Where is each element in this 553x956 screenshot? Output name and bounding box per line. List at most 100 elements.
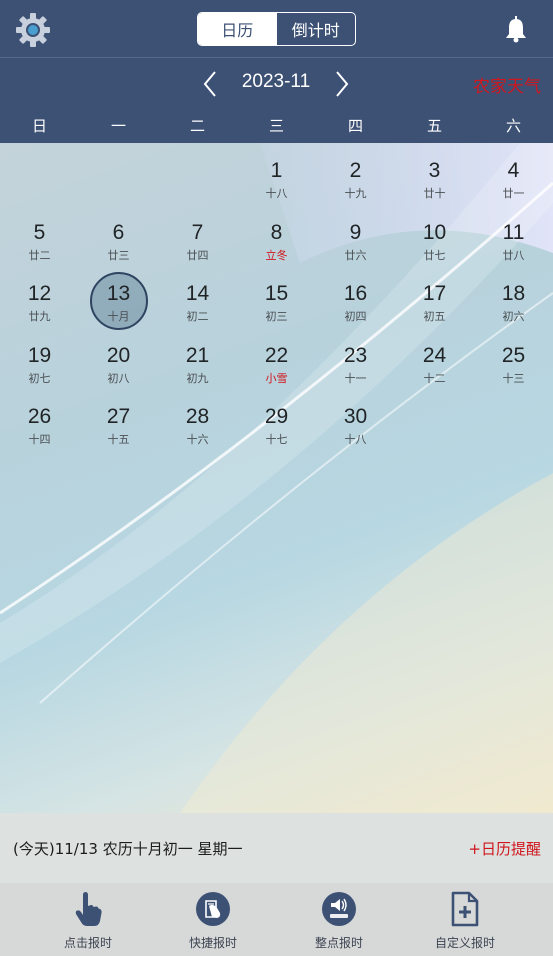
- day-number: 7: [191, 220, 204, 244]
- day-number: 14: [185, 282, 210, 305]
- day-cell[interactable]: 3 廿十: [395, 143, 474, 203]
- tap-announce-button[interactable]: 点击报时: [38, 891, 138, 951]
- day-number: 6: [112, 220, 125, 244]
- lunar-date: 十一: [344, 371, 367, 385]
- day-cell[interactable]: 26 十四: [0, 389, 79, 449]
- current-month: 2023-11: [241, 71, 311, 92]
- today-summary: (今天)11/13 农历十月初一 星期一: [13, 840, 243, 858]
- lunar-date: 廿九: [28, 310, 51, 323]
- weather-link[interactable]: 农家天气: [473, 72, 541, 97]
- day-cell[interactable]: 8 立冬: [237, 205, 316, 265]
- day-cell[interactable]: 27 十五: [79, 389, 158, 449]
- day-cell[interactable]: 21 初九: [158, 328, 237, 388]
- day-cell[interactable]: 28 十六: [158, 389, 237, 449]
- lunar-date: 初四: [344, 310, 367, 323]
- bottom-toolbar: 点击报时 快捷报时 整点报时 自定义报时: [0, 883, 553, 956]
- day-cell[interactable]: 29 十七: [237, 389, 316, 449]
- day-cell[interactable]: 2 十九: [316, 143, 395, 203]
- day-cell[interactable]: 25 十三: [474, 328, 553, 388]
- tool-label: 自定义报时: [434, 936, 495, 950]
- chevron-right-icon[interactable]: [330, 70, 354, 98]
- lunar-date: 初九: [186, 371, 209, 385]
- quick-announce-button[interactable]: 快捷报时: [163, 891, 263, 951]
- custom-document-icon: [451, 891, 479, 927]
- tap-hand-icon: [75, 892, 102, 926]
- day-cell[interactable]: 1 十八: [237, 143, 316, 203]
- day-cell[interactable]: 6 廿三: [79, 205, 158, 265]
- day-cell[interactable]: 9 廿六: [316, 205, 395, 265]
- tab-countdown[interactable]: 倒计时: [277, 13, 356, 45]
- day-cell[interactable]: 4 廿一: [474, 143, 553, 203]
- lunar-date: 初二: [186, 310, 209, 323]
- day-cell[interactable]: 14 初二: [158, 266, 237, 326]
- hourly-chime-button[interactable]: 整点报时: [289, 891, 389, 951]
- day-number: 4: [507, 159, 520, 182]
- lunar-date: 廿八: [502, 248, 525, 262]
- day-number: 27: [106, 405, 131, 428]
- lunar-date: 初七: [28, 371, 51, 385]
- lunar-date: 初八: [107, 371, 130, 385]
- lunar-date: 廿六: [344, 248, 367, 262]
- day-cell[interactable]: 22 小雪: [237, 328, 316, 388]
- weekday-label: 五: [426, 117, 442, 135]
- day-cell[interactable]: 11 廿八: [474, 205, 553, 265]
- lunar-date: 十七: [265, 433, 288, 446]
- day-number: 19: [27, 343, 52, 367]
- day-number: 13: [106, 282, 131, 305]
- day-number: 29: [264, 405, 289, 428]
- day-cell[interactable]: 18 初六: [474, 266, 553, 326]
- day-cell[interactable]: 30 十八: [316, 389, 395, 449]
- day-number: 5: [33, 220, 46, 244]
- lunar-date: 十三: [502, 371, 525, 385]
- day-number: 8: [270, 220, 283, 244]
- info-bar: (今天)11/13 农历十月初一 星期一 +日历提醒: [0, 813, 553, 883]
- lunar-date: 十六: [186, 433, 209, 446]
- day-number: 11: [502, 220, 525, 244]
- day-number: 25: [501, 343, 526, 367]
- day-cell[interactable]: 10 廿七: [395, 205, 474, 265]
- tab-calendar[interactable]: 日历: [198, 13, 277, 45]
- chevron-left-icon[interactable]: [198, 70, 222, 98]
- day-cell[interactable]: 23 十一: [316, 328, 395, 388]
- day-cell[interactable]: 17 初五: [395, 266, 474, 326]
- day-number: 26: [27, 405, 52, 428]
- day-number: 24: [422, 343, 447, 367]
- add-reminder-button[interactable]: +日历提醒: [468, 838, 541, 859]
- hourly-chime-icon: [322, 892, 356, 926]
- day-cell[interactable]: 24 十二: [395, 328, 474, 388]
- weekday-label: 日: [31, 117, 47, 135]
- bell-icon[interactable]: [504, 15, 528, 43]
- weekday-label: 一: [110, 117, 126, 135]
- day-cell[interactable]: 12 廿九: [0, 266, 79, 326]
- day-cell[interactable]: 19 初七: [0, 328, 79, 388]
- weekday-header: 日 一 二 三 四 五 六: [0, 110, 553, 143]
- day-cell-today[interactable]: 13 十月: [79, 266, 158, 326]
- weekday-label: 三: [268, 117, 284, 135]
- tool-label: 快捷报时: [188, 936, 237, 950]
- day-number: 1: [270, 159, 283, 182]
- day-cell[interactable]: 16 初四: [316, 266, 395, 326]
- lunar-date: 十九: [344, 187, 367, 200]
- solar-term-label: 小雪: [265, 371, 288, 385]
- lunar-date: 十八: [344, 433, 367, 446]
- day-cell[interactable]: 15 初三: [237, 266, 316, 326]
- day-number: 22: [264, 343, 289, 367]
- day-number: 21: [185, 343, 210, 367]
- lunar-date: 十四: [28, 433, 51, 446]
- day-cell[interactable]: 5 廿二: [0, 205, 79, 265]
- tool-label: 点击报时: [63, 936, 112, 950]
- weekday-label: 六: [505, 117, 521, 135]
- quick-announce-icon: [196, 892, 230, 926]
- lunar-date: 廿一: [502, 187, 525, 200]
- day-cell[interactable]: 7 廿四: [158, 205, 237, 265]
- day-number: 18: [501, 282, 526, 305]
- gear-icon[interactable]: [14, 11, 52, 49]
- day-number: 17: [422, 282, 447, 305]
- lunar-date: 十八: [265, 187, 288, 200]
- lunar-date: 廿二: [28, 248, 51, 262]
- lunar-date: 十五: [107, 433, 130, 446]
- custom-announce-button[interactable]: 自定义报时: [415, 891, 515, 951]
- day-cell[interactable]: 20 初八: [79, 328, 158, 388]
- day-number: 23: [343, 343, 368, 367]
- lunar-date: 廿四: [186, 248, 209, 262]
